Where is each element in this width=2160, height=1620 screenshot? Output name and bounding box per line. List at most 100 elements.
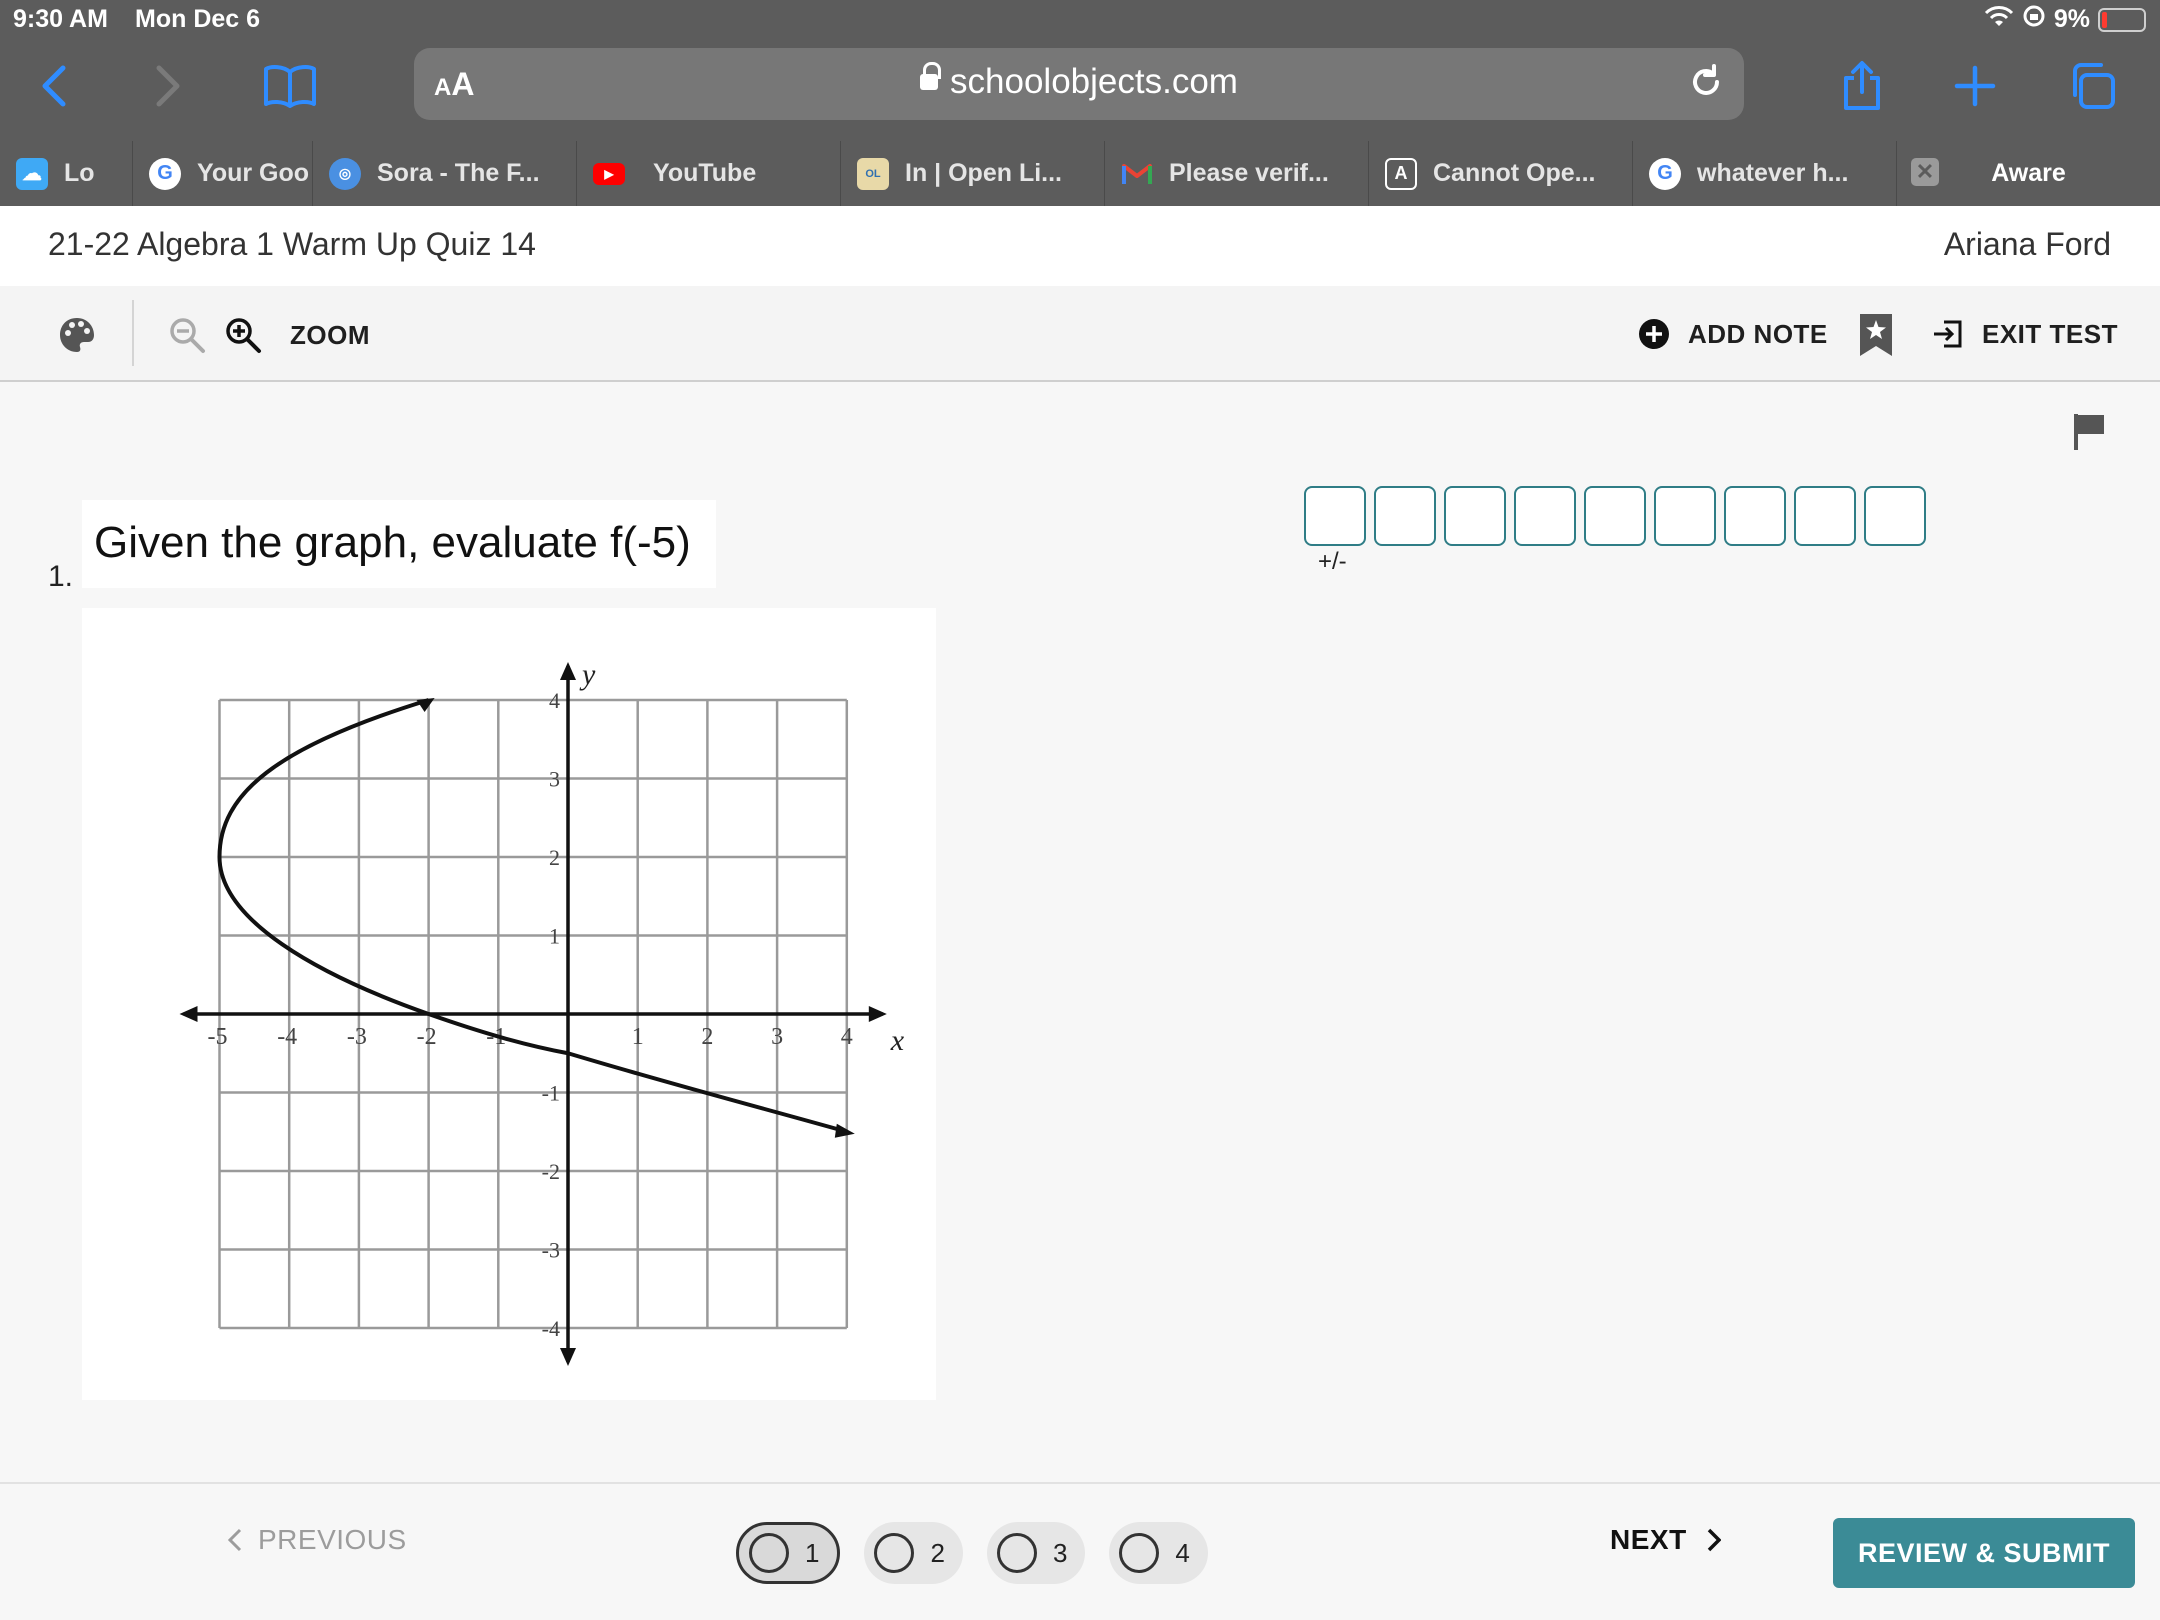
x-axis-arrow-left <box>179 1006 198 1022</box>
a-icon: A <box>1385 157 1417 190</box>
answer-digit-box[interactable] <box>1374 486 1436 546</box>
new-tab-icon[interactable] <box>1945 56 2005 116</box>
x-tick-label: -2 <box>417 1024 437 1050</box>
battery-icon <box>2098 7 2146 32</box>
answer-input-group <box>1304 486 1926 546</box>
next-label: NEXT <box>1610 1524 1687 1555</box>
status-indicators: 9% <box>1984 4 2146 35</box>
cloud-icon: ☁ <box>16 157 48 190</box>
x-tick-label: -3 <box>347 1024 367 1050</box>
next-button[interactable]: NEXT <box>1610 1524 1721 1556</box>
status-date: Mon Dec 6 <box>135 5 261 33</box>
exit-test-button[interactable]: EXIT TEST <box>1932 318 2118 350</box>
tab-2[interactable]: ◎ Sora - The F... <box>313 141 577 206</box>
chevron-right-icon <box>1707 1528 1721 1552</box>
quiz-title: 21-22 Algebra 1 Warm Up Quiz 14 <box>48 226 536 262</box>
forward-button[interactable] <box>138 56 198 116</box>
user-name: Ariana Ford <box>1943 226 2111 262</box>
tab-1[interactable]: G Your Goo <box>133 141 313 206</box>
zoom-out-icon[interactable] <box>168 316 206 354</box>
status-time: 9:30 AM <box>13 5 108 33</box>
exit-icon <box>1934 320 1962 348</box>
sora-icon: ◎ <box>329 157 361 190</box>
tab-label: Sora - The F... <box>377 159 540 187</box>
function-curve <box>217 698 848 1134</box>
tabs-overview-icon[interactable] <box>2062 56 2122 116</box>
openlibrary-icon: OL <box>857 157 889 190</box>
tab-5[interactable]: Please verif... <box>1105 141 1369 206</box>
previous-button[interactable]: PREVIOUS <box>228 1524 407 1556</box>
back-button[interactable] <box>24 56 84 116</box>
tab-label: Your Goo <box>197 159 310 187</box>
curve-arrow-bottom <box>834 1123 855 1138</box>
answer-digit-box[interactable] <box>1794 486 1856 546</box>
flag-icon[interactable] <box>2072 412 2108 457</box>
tab-0[interactable]: ☁ Lo <box>0 141 133 206</box>
bookmark-star-icon[interactable] <box>1858 312 1894 358</box>
quiz-header: 21-22 Algebra 1 Warm Up Quiz 14 Ariana F… <box>0 206 2160 286</box>
tab-label: In | Open Li... <box>905 159 1062 187</box>
exit-test-label: EXIT TEST <box>1982 318 2118 349</box>
wifi-icon <box>1984 4 2014 35</box>
palette-icon[interactable] <box>58 316 96 354</box>
x-tick-label: -5 <box>208 1024 228 1050</box>
previous-label: PREVIOUS <box>258 1524 407 1555</box>
orientation-lock-icon <box>2022 4 2046 35</box>
add-note-label: ADD NOTE <box>1688 318 1828 349</box>
share-icon[interactable] <box>1832 56 1892 116</box>
x-tick-label: 2 <box>701 1024 713 1050</box>
sign-toggle-label[interactable]: +/- <box>1318 548 1347 576</box>
curve-arrow-top <box>416 698 435 712</box>
page-button-3[interactable]: 3 <box>986 1522 1086 1584</box>
google-icon: G <box>1649 157 1681 190</box>
url-display[interactable]: schoolobjects.com <box>414 62 1744 102</box>
tab-7[interactable]: G whatever h... <box>1633 141 1897 206</box>
zoom-label: ZOOM <box>290 320 370 350</box>
y-tick-label: 1 <box>549 924 560 949</box>
browser-chrome: 9:30 AM Mon Dec 6 9% AA schoolobjects.co… <box>0 0 2160 206</box>
tab-label: whatever h... <box>1697 159 1849 187</box>
answer-digit-box[interactable] <box>1444 486 1506 546</box>
address-bar[interactable]: AA schoolobjects.com <box>414 48 1744 120</box>
gmail-icon <box>1121 158 1153 190</box>
zoom-in-icon[interactable] <box>224 316 262 354</box>
close-icon[interactable]: ✕ <box>1911 158 1939 186</box>
question-number: 1. <box>48 560 74 593</box>
x-tick-label: 3 <box>771 1024 783 1050</box>
tab-4[interactable]: OL In | Open Li... <box>841 141 1105 206</box>
answer-digit-box[interactable] <box>1584 486 1646 546</box>
tab-6[interactable]: A Cannot Ope... <box>1369 141 1633 206</box>
tab-8-active[interactable]: ✕ Aware <box>1897 141 2160 206</box>
graph-figure: -5 -4 -3 -2 -1 1 2 3 4 4 3 2 1 -1 -2 -3 -4 x y <box>82 608 936 1400</box>
y-tick-label: -2 <box>542 1159 560 1184</box>
radio-circle-icon <box>749 1533 789 1573</box>
add-note-button[interactable]: ADD NOTE <box>1638 318 1828 350</box>
x-tick-label: 1 <box>632 1024 644 1050</box>
bookmarks-icon[interactable] <box>260 56 320 116</box>
y-tick-label: -4 <box>542 1316 560 1341</box>
tab-3[interactable]: ▶ YouTube <box>577 141 841 206</box>
x-axis-arrow-right <box>868 1006 887 1022</box>
x-axis-label: x <box>890 1024 905 1057</box>
answer-digit-box[interactable] <box>1864 486 1926 546</box>
tab-label: Lo <box>64 159 95 187</box>
question-prompt: Given the graph, evaluate f(-5) <box>82 500 716 588</box>
answer-digit-box[interactable] <box>1304 486 1366 546</box>
page-number: 2 <box>930 1537 945 1568</box>
page-button-1[interactable]: 1 <box>736 1522 841 1584</box>
page-number: 1 <box>805 1537 820 1568</box>
page-button-2[interactable]: 2 <box>864 1522 963 1584</box>
answer-digit-box[interactable] <box>1654 486 1716 546</box>
tab-strip: ☁ Lo G Your Goo ◎ Sora - The F... ▶ YouT… <box>0 141 2160 206</box>
radio-circle-icon <box>996 1533 1037 1573</box>
answer-digit-box[interactable] <box>1724 486 1786 546</box>
y-tick-label: 4 <box>549 688 560 713</box>
answer-digit-box[interactable] <box>1514 486 1576 546</box>
review-submit-button[interactable]: REVIEW & SUBMIT <box>1833 1518 2135 1588</box>
status-bar: 9:30 AM Mon Dec 6 9% <box>0 0 2160 40</box>
youtube-icon: ▶ <box>593 162 625 185</box>
y-axis-label: y <box>579 658 596 691</box>
page-number: 4 <box>1175 1537 1190 1568</box>
page-button-4[interactable]: 4 <box>1109 1522 1208 1584</box>
reload-icon[interactable] <box>1686 62 1726 107</box>
